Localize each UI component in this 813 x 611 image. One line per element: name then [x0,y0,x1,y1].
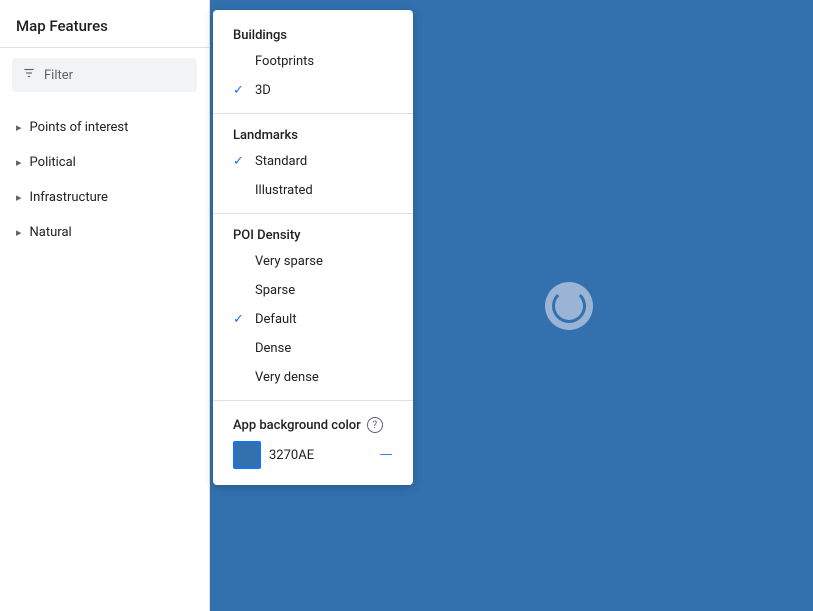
divider-1 [213,113,413,114]
sidebar-item-natural[interactable]: ▸ Natural [0,215,209,250]
filter-bar[interactable]: Filter [12,58,197,92]
sidebar-item-label: Natural [30,225,72,240]
buildings-section-title: Buildings [213,22,413,47]
color-value[interactable]: 3270AE [269,448,339,463]
footprints-option[interactable]: Footprints [213,47,413,76]
dense-label: Dense [255,341,291,356]
dense-option[interactable]: Dense [213,334,413,363]
standard-option[interactable]: ✓ Standard [213,147,413,176]
color-swatch[interactable] [233,441,261,469]
sidebar-item-poi[interactable]: ▸ Points of interest [0,110,209,145]
sparse-label: Sparse [255,283,295,298]
default-option[interactable]: ✓ Default [213,305,413,334]
sidebar-item-infrastructure[interactable]: ▸ Infrastructure [0,180,209,215]
3d-label: 3D [255,83,271,98]
chevron-right-icon: ▸ [16,156,22,169]
color-clear-button[interactable]: — [379,445,393,466]
sidebar-title: Map Features [16,17,108,35]
check-icon: ✓ [233,312,249,327]
3d-option[interactable]: ✓ 3D [213,76,413,105]
check-icon: ✓ [233,154,249,169]
sidebar-item-label: Infrastructure [30,190,108,205]
divider-3 [213,400,413,401]
sparse-option[interactable]: Sparse [213,276,413,305]
sidebar-item-label: Political [30,155,76,170]
sidebar-header: Map Features [0,0,209,48]
landmarks-section-title: Landmarks [213,122,413,147]
app-background-section: App background color ? 3270AE — [213,409,413,473]
illustrated-label: Illustrated [255,183,313,198]
app-bg-label: App background color [233,418,361,433]
map-loading-spinner [545,282,593,330]
standard-label: Standard [255,154,307,169]
check-icon: ✓ [233,83,249,98]
filter-label: Filter [44,68,73,83]
chevron-right-icon: ▸ [16,191,22,204]
chevron-right-icon: ▸ [16,121,22,134]
color-row: 3270AE — [233,441,393,469]
divider-2 [213,213,413,214]
filter-icon [22,66,36,84]
very-sparse-label: Very sparse [255,254,323,269]
footprints-label: Footprints [255,54,314,69]
app-bg-label-row: App background color ? [233,417,393,433]
sidebar-item-label: Points of interest [30,120,129,135]
sidebar-nav: ▸ Points of interest ▸ Political ▸ Infra… [0,102,209,258]
illustrated-option[interactable]: Illustrated [213,176,413,205]
very-dense-option[interactable]: Very dense [213,363,413,392]
poi-density-section-title: POI Density [213,222,413,247]
default-label: Default [255,312,297,327]
very-sparse-option[interactable]: Very sparse [213,247,413,276]
dropdown-panel: Buildings Footprints ✓ 3D Landmarks ✓ St… [213,10,413,485]
sidebar: Map Features Filter ▸ Points of interest… [0,0,210,611]
sidebar-item-political[interactable]: ▸ Political [0,145,209,180]
very-dense-label: Very dense [255,370,319,385]
help-icon[interactable]: ? [367,417,383,433]
chevron-right-icon: ▸ [16,226,22,239]
